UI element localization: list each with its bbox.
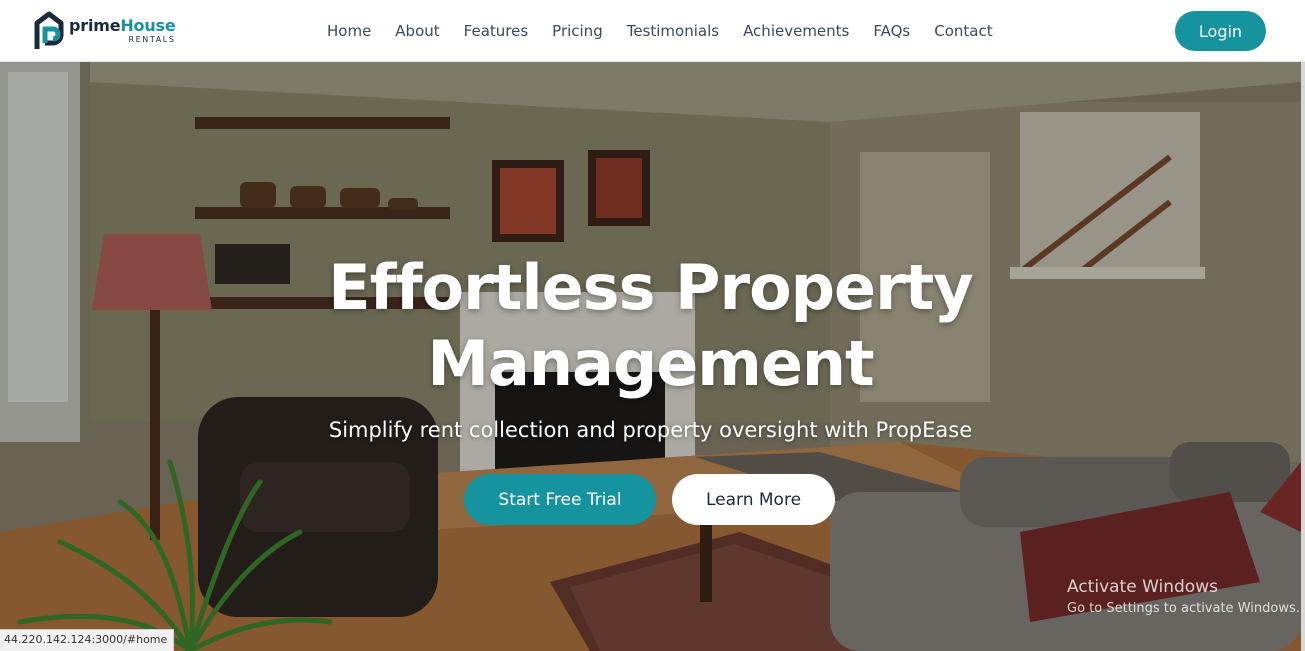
- nav-faqs[interactable]: FAQs: [873, 22, 910, 40]
- nav-home[interactable]: Home: [327, 22, 371, 40]
- nav-achievements[interactable]: Achievements: [743, 22, 849, 40]
- start-free-trial-button[interactable]: Start Free Trial: [464, 474, 656, 525]
- brand-name-part1: prime: [69, 16, 121, 35]
- hero-subtitle: Simplify rent collection and property ov…: [328, 418, 973, 442]
- nav-about[interactable]: About: [395, 22, 439, 40]
- login-button[interactable]: Login: [1175, 11, 1266, 51]
- activate-windows-title: Activate Windows: [1067, 577, 1218, 597]
- hero-title: Effortless Property Management: [0, 250, 1301, 402]
- nav-testimonials[interactable]: Testimonials: [627, 22, 719, 40]
- navbar: primeHouse RENTALS Home About Features P…: [0, 0, 1305, 62]
- nav-contact[interactable]: Contact: [934, 22, 992, 40]
- page-scrollbar[interactable]: [1301, 62, 1305, 651]
- status-bar-url: 44.220.142.124:3000/#home: [0, 629, 175, 651]
- hero-title-line2: Management: [427, 327, 874, 400]
- activate-windows-watermark: Activate Windows Go to Settings to activ…: [1067, 577, 1300, 616]
- brand-logo[interactable]: primeHouse RENTALS: [33, 10, 176, 52]
- learn-more-button[interactable]: Learn More: [672, 474, 835, 525]
- brand-name-part2: House: [120, 16, 176, 35]
- nav-features[interactable]: Features: [464, 22, 529, 40]
- activate-windows-subtitle: Go to Settings to activate Windows.: [1067, 601, 1300, 616]
- hero-title-line1: Effortless Property: [328, 251, 973, 324]
- brand-wordmark: primeHouse RENTALS: [69, 18, 176, 44]
- hero-section: Effortless Property Management Simplify …: [0, 62, 1301, 651]
- main-nav: Home About Features Pricing Testimonials…: [327, 0, 1017, 62]
- house-logo-icon: [34, 11, 64, 49]
- nav-pricing[interactable]: Pricing: [552, 22, 603, 40]
- brand-tagline: RENTALS: [128, 35, 176, 44]
